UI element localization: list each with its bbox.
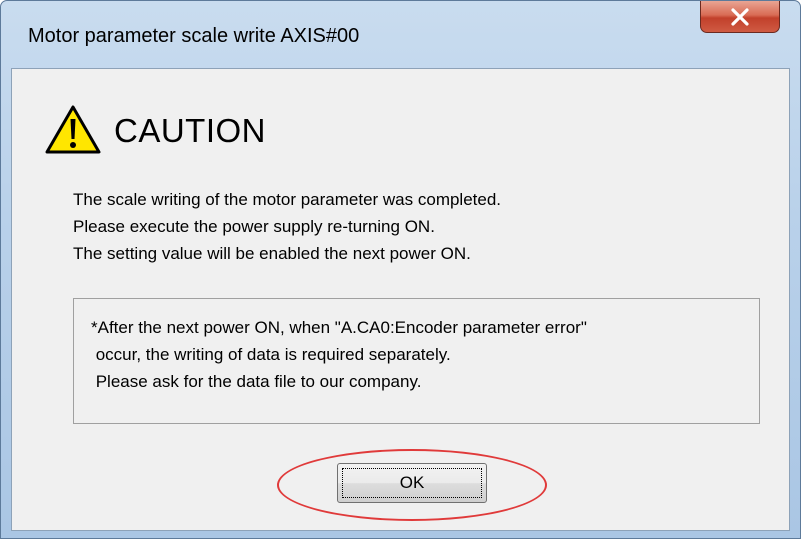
close-icon: [731, 7, 749, 26]
ok-button-label: OK: [399, 473, 425, 492]
note-line-2: occur, the writing of data is required s…: [91, 345, 451, 364]
message-line-3: The setting value will be enabled the ne…: [73, 244, 471, 263]
note-box: *After the next power ON, when "A.CA0:En…: [73, 298, 760, 424]
note-line-3: Please ask for the data file to our comp…: [91, 372, 422, 391]
warning-icon: [45, 105, 101, 154]
window-title: Motor parameter scale write AXIS#00: [28, 25, 360, 47]
title-bar[interactable]: Motor parameter scale write AXIS#00: [1, 1, 800, 68]
message-line-2: Please execute the power supply re-turni…: [73, 217, 435, 236]
close-button[interactable]: [700, 1, 780, 33]
note-line-1: *After the next power ON, when "A.CA0:En…: [91, 318, 587, 337]
dialog-body: CAUTION The scale writing of the motor p…: [11, 68, 790, 531]
caution-heading: CAUTION: [114, 112, 266, 149]
dialog-window: Motor parameter scale write AXIS#00 CAUT…: [0, 0, 801, 539]
ok-button[interactable]: OK: [337, 463, 487, 503]
message-line-1: The scale writing of the motor parameter…: [73, 190, 502, 209]
